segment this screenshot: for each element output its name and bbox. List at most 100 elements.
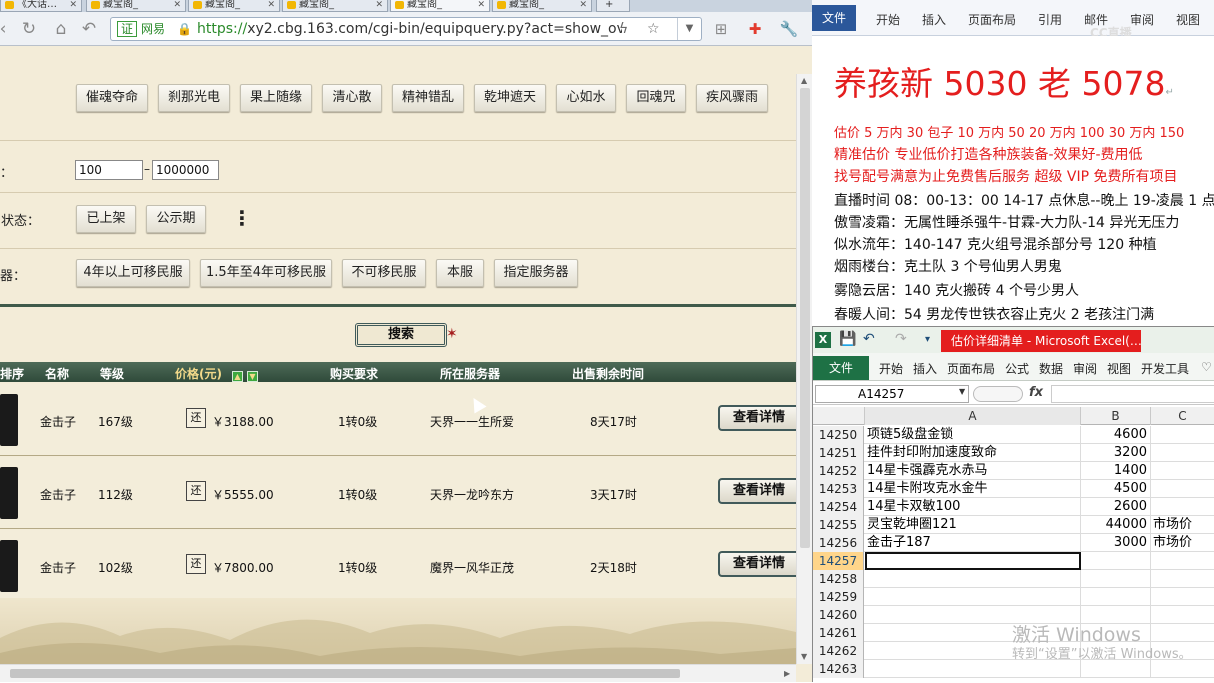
word-tab-insert[interactable]: 插入	[922, 11, 946, 28]
scroll-up-icon[interactable]: ▲	[801, 76, 807, 85]
close-tab-icon[interactable]: ✕	[477, 0, 485, 10]
excel-tab-developer[interactable]: 开发工具	[1141, 360, 1189, 377]
table-row[interactable]: 14255 灵宝乾坤圈121 44000 市场价	[813, 516, 1214, 534]
table-row[interactable]: 14259	[813, 588, 1214, 606]
star-icon[interactable]: ☆	[647, 20, 660, 38]
skill-button[interactable]: 清心散	[322, 84, 382, 112]
scrollbar-thumb[interactable]	[10, 669, 680, 678]
cell-b[interactable]: 4500	[1081, 480, 1151, 498]
skill-button[interactable]: 刹那光电	[158, 84, 230, 112]
cell-a[interactable]: 挂件封印附加速度致命	[865, 444, 1081, 462]
view-detail-button[interactable]: 查看详情	[718, 405, 798, 431]
skill-button[interactable]: 精神错乱	[392, 84, 464, 112]
cell-c[interactable]	[1151, 606, 1214, 624]
cell-c[interactable]	[1151, 498, 1214, 516]
reload-icon[interactable]: ↻	[18, 18, 40, 40]
undo-icon[interactable]: ↶	[863, 331, 875, 347]
browser-tab-active[interactable]: 藏宝阁_ ✕	[390, 0, 490, 12]
cell-c[interactable]	[1151, 426, 1214, 444]
col-order[interactable]: 排序	[0, 365, 24, 382]
table-row[interactable]: 金击子 112级 还 ￥5555.00 1转0级 天界一龙吟东方 3天17时 查…	[0, 457, 798, 529]
word-tab-layout[interactable]: 页面布局	[968, 11, 1016, 28]
view-detail-button[interactable]: 查看详情	[718, 478, 798, 504]
cell-c[interactable]: 市场价	[1151, 516, 1214, 534]
more-menu-icon[interactable]: ⋮	[232, 206, 252, 230]
row-header[interactable]: 14255	[813, 516, 864, 534]
row-header[interactable]: 14250	[813, 426, 864, 444]
ribbon-collapse-icon[interactable]: ♡	[1201, 360, 1212, 374]
word-tab-home[interactable]: 开始	[876, 11, 900, 28]
close-tab-icon[interactable]: ✕	[579, 0, 587, 10]
column-header-c[interactable]: C	[1151, 407, 1214, 425]
table-row[interactable]: 14250 项链5级盘金锁 4600	[813, 426, 1214, 444]
column-header-b[interactable]: B	[1081, 407, 1151, 425]
cell-b[interactable]: 2600	[1081, 498, 1151, 516]
select-all-corner[interactable]	[813, 407, 865, 425]
excel-tab-home[interactable]: 开始	[879, 360, 903, 377]
row-header[interactable]: 14262	[813, 642, 864, 660]
skill-button[interactable]: 果上随缘	[240, 84, 312, 112]
table-row[interactable]: 14258	[813, 570, 1214, 588]
excel-tab-review[interactable]: 审阅	[1073, 360, 1097, 377]
cell-c[interactable]	[1151, 444, 1214, 462]
insert-function-icon[interactable]: fx	[1029, 385, 1043, 400]
close-tab-icon[interactable]: ✕	[375, 0, 383, 10]
browser-tab[interactable]: 藏宝阁_ ✕	[492, 0, 592, 12]
close-tab-icon[interactable]: ✕	[173, 0, 181, 10]
cell-a[interactable]	[865, 588, 1081, 606]
server-filter-button[interactable]: 本服	[436, 259, 484, 287]
browser-tab[interactable]: 《大话… ✕	[0, 0, 82, 12]
save-icon[interactable]: 💾	[839, 331, 856, 347]
excel-tab-formulas[interactable]: 公式	[1005, 360, 1029, 377]
row-header[interactable]: 14259	[813, 588, 864, 606]
sort-desc-icon[interactable]: ▼	[246, 371, 258, 382]
formula-input[interactable]	[1051, 385, 1214, 403]
column-header-a[interactable]: A	[865, 407, 1081, 425]
new-tab-button[interactable]: +	[596, 0, 630, 12]
url-text[interactable]: https://xy2.cbg.163.com/cgi-bin/equipque…	[197, 20, 622, 38]
col-time[interactable]: 出售剩余时间	[572, 365, 644, 382]
word-tab-review[interactable]: 审阅	[1130, 11, 1154, 28]
scrollbar-thumb[interactable]	[800, 88, 810, 548]
server-filter-button[interactable]: 不可移民服	[342, 259, 426, 287]
row-header[interactable]: 14263	[813, 660, 864, 678]
col-price[interactable]: 价格(元) ▲ ▼	[175, 365, 258, 382]
vertical-scrollbar[interactable]: ▲ ▼	[796, 74, 812, 664]
cell-c[interactable]	[1151, 570, 1214, 588]
name-box[interactable]: A14257	[815, 385, 969, 403]
undo-close-icon[interactable]: ↶	[78, 18, 100, 40]
cell-b[interactable]: 4600	[1081, 426, 1151, 444]
row-header[interactable]: 14253	[813, 480, 864, 498]
window-grid-icon[interactable]: ⊞	[710, 18, 732, 40]
item-thumbnail[interactable]	[0, 540, 18, 592]
redo-icon[interactable]: ↷	[895, 331, 907, 347]
cell-c[interactable]	[1151, 588, 1214, 606]
address-bar[interactable]: 证 网易 🔒 https://xy2.cbg.163.com/cgi-bin/e…	[110, 17, 702, 41]
home-icon[interactable]: ⌂	[50, 18, 72, 40]
word-document[interactable]: 养孩新 5030 老 5078↵ 估价 5 万内 30 包子 10 万内 50 …	[812, 36, 1214, 326]
cell-b[interactable]: 1400	[1081, 462, 1151, 480]
row-header[interactable]: 14254	[813, 498, 864, 516]
cell-a[interactable]: 14星卡强霹克水赤马	[865, 462, 1081, 480]
table-row[interactable]: 14252 14星卡强霹克水赤马 1400	[813, 462, 1214, 480]
word-tab-view[interactable]: 视图	[1176, 11, 1200, 28]
cell-b[interactable]: 3000	[1081, 534, 1151, 552]
col-level[interactable]: 等级	[100, 365, 124, 382]
cell-a[interactable]: 14星卡双敏100	[865, 498, 1081, 516]
cell-b[interactable]	[1081, 552, 1151, 570]
close-tab-icon[interactable]: ✕	[267, 0, 275, 10]
server-filter-button[interactable]: 1.5年至4年可移民服	[200, 259, 332, 287]
cell-b[interactable]	[1081, 606, 1151, 624]
table-row[interactable]: 金击子 167级 还 ￥3188.00 1转0级 天界一一生所爱 8天17时 查…	[0, 384, 798, 456]
cell-a[interactable]: 项链5级盘金锁	[865, 426, 1081, 444]
browser-tab[interactable]: 藏宝阁_ ✕	[282, 0, 388, 12]
search-button[interactable]: 搜索	[355, 323, 447, 347]
excel-file-tab[interactable]: 文件	[813, 356, 869, 380]
cell-b[interactable]	[1081, 570, 1151, 588]
flash-icon[interactable]: ϟ	[619, 20, 628, 38]
table-row[interactable]: 14251 挂件封印附加速度致命 3200	[813, 444, 1214, 462]
game-icon[interactable]: ✚	[744, 18, 766, 40]
sort-asc-icon[interactable]: ▲	[231, 371, 243, 382]
row-header[interactable]: 14257	[813, 552, 864, 570]
status-on-sale-button[interactable]: 已上架	[76, 205, 136, 233]
